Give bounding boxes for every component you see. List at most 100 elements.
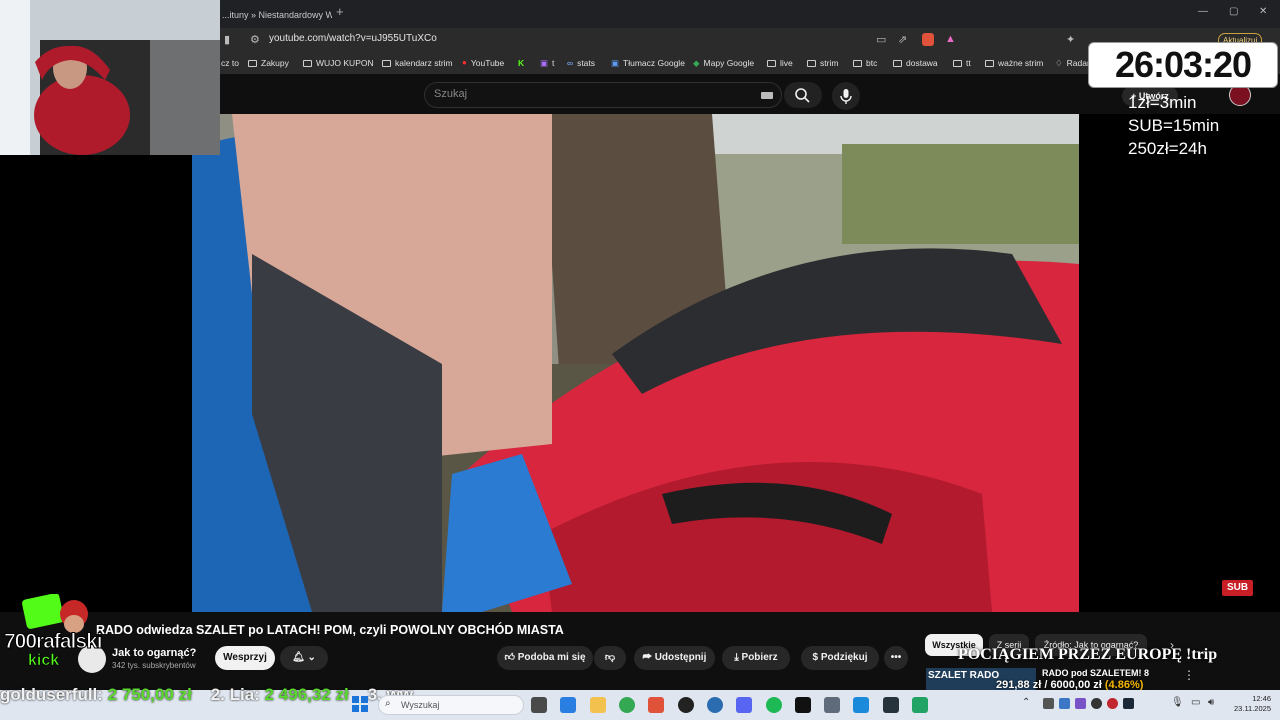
taskbar-search[interactable]: ⌕ Wyszukaj <box>378 695 524 715</box>
bookmark-folder-tt[interactable]: tt <box>953 55 971 71</box>
microphone-icon <box>840 89 852 104</box>
download-button[interactable]: ⤓ Pobierz <box>722 646 790 670</box>
notepad-icon[interactable] <box>912 697 928 713</box>
extensions-icon[interactable]: ✦ <box>1066 33 1075 46</box>
rate-line: SUB=15min <box>1128 116 1220 135</box>
radar-icon: ♢ <box>1055 58 1063 68</box>
share-icon: ⮫ <box>642 652 655 663</box>
file-explorer-icon[interactable] <box>590 697 606 713</box>
chrome-icon[interactable] <box>619 697 635 713</box>
support-button[interactable]: Wesprzyj <box>215 646 275 670</box>
clock[interactable]: 12:46 23.11.2025 <box>1229 694 1271 714</box>
voice-search-button[interactable] <box>832 82 860 110</box>
maximize-icon[interactable]: ▢ <box>1229 6 1238 17</box>
app-icon-dark[interactable] <box>883 697 899 713</box>
new-tab-button[interactable]: + <box>336 4 344 19</box>
calculator-icon[interactable] <box>824 697 840 713</box>
discord-icon[interactable] <box>736 697 752 713</box>
bookmark-folder-btc[interactable]: btc <box>853 55 877 71</box>
search-button[interactable] <box>784 82 822 108</box>
bookmark-stats[interactable]: ∞ stats <box>567 55 595 71</box>
tray-chevron-icon[interactable]: ⌃ <box>1022 697 1030 708</box>
clock-time: 12:46 <box>1252 694 1271 703</box>
close-icon[interactable]: ✕ <box>1259 6 1267 17</box>
right-black-area <box>1079 114 1280 612</box>
next-video-title[interactable]: RADO pod SZALETEM! 8 <box>1042 668 1149 678</box>
dislike-button[interactable]: 👎︎ <box>594 646 626 670</box>
bookmark-folder-wazne-strim[interactable]: ważne strim <box>985 55 1043 71</box>
streamer-logo: 700rafalski kick <box>4 593 104 674</box>
taskbar-search-placeholder: Wyszukaj <box>401 700 440 710</box>
folder-icon <box>807 59 816 67</box>
youtube-icon: ● <box>462 58 467 67</box>
translate-icon: ▣ <box>611 58 620 68</box>
trip-banner: POCIĄGIEM PRZEZ EUROPĘ !trip <box>958 646 1218 663</box>
left-black-area <box>0 155 192 612</box>
url-field[interactable]: youtube.com/watch?v=uJ955UTuXCo <box>269 33 437 44</box>
network-icon[interactable]: ▭ <box>1191 697 1200 708</box>
search-placeholder: Szukaj <box>434 88 468 100</box>
webcam-overlay <box>0 0 220 155</box>
tray-icon <box>1075 698 1086 709</box>
sub-badge: SUB <box>1222 580 1254 596</box>
steam-icon <box>1123 698 1134 709</box>
capcut-icon[interactable] <box>795 697 811 713</box>
more-actions-button[interactable]: ••• <box>884 646 908 670</box>
like-button[interactable]: 👍︎ Podoba mi się <box>497 646 593 670</box>
bookmark-icon[interactable]: ▮ <box>224 33 230 46</box>
subathon-timer: 26:03:20 <box>1088 42 1278 88</box>
bookmark-maps[interactable]: ◆ Mapy Google <box>693 55 754 71</box>
bookmark-item[interactable]: cz to <box>221 55 239 71</box>
rate-line: 250zł=24h <box>1128 139 1207 158</box>
folder-icon <box>303 59 312 67</box>
bookmark-translate[interactable]: ▣ Tłumacz Google <box>611 55 685 71</box>
bookmark-folder-zakupy[interactable]: Zakupy <box>248 55 289 71</box>
bookmark-folder-strim[interactable]: strim <box>807 55 838 71</box>
browser-tab[interactable]: ...ituny » Niestandardowy Wyb <box>222 4 332 28</box>
app-icon-x[interactable] <box>853 697 869 713</box>
spotify-icon[interactable] <box>766 697 782 713</box>
clock-date: 23.11.2025 <box>1234 704 1271 713</box>
folder-icon <box>985 59 994 67</box>
bookmark-youtube[interactable]: ● YouTube <box>462 55 504 71</box>
rewards-icon[interactable]: ▲ <box>945 33 956 45</box>
app-icon[interactable] <box>707 697 723 713</box>
brave-shield-icon[interactable] <box>922 33 934 46</box>
keyboard-icon[interactable] <box>761 92 773 99</box>
video-frame <box>192 114 1079 612</box>
cast-icon[interactable]: ▭ <box>876 33 886 46</box>
folder-icon <box>893 59 902 67</box>
site-info-icon[interactable]: ⚙ <box>250 33 260 46</box>
minimize-icon[interactable]: — <box>1198 6 1208 17</box>
microphone-icon[interactable]: 🎙︎ <box>1171 697 1184 708</box>
share-icon[interactable]: ⇗ <box>898 33 907 46</box>
obs-icon[interactable] <box>678 697 694 713</box>
task-view-icon[interactable] <box>531 697 547 713</box>
thanks-button[interactable]: $ Podziękuj <box>801 646 879 670</box>
folder-icon <box>853 59 862 67</box>
notifications-button[interactable]: 🔔︎ ⌄ <box>280 646 328 670</box>
share-button[interactable]: ⮫ Udostępnij <box>634 646 715 670</box>
folder-icon <box>767 59 776 67</box>
search-input[interactable] <box>424 82 782 108</box>
system-tray[interactable] <box>1043 698 1163 710</box>
streamer-name: 700rafalski <box>4 630 104 654</box>
bookmark-folder-wujo-kupon[interactable]: WUJO KUPON <box>303 55 374 71</box>
bookmark-folder-dostawa[interactable]: dostawa <box>893 55 938 71</box>
bookmark-twitch[interactable]: ▣ t <box>540 55 554 71</box>
twitch-icon: ▣ <box>540 58 549 68</box>
channel-name[interactable]: Jak to ogarnąć? <box>112 647 196 659</box>
folder-icon <box>953 59 962 67</box>
next-video-menu-icon[interactable]: ⋮ <box>1183 668 1195 682</box>
volume-icon[interactable]: 🔊︎ <box>1208 697 1214 708</box>
start-button[interactable] <box>352 696 368 712</box>
bookmark-folder-live[interactable]: live <box>767 55 793 71</box>
thumbnail-label: SZALET RADO <box>928 670 1000 681</box>
video-player[interactable] <box>192 114 1079 612</box>
bookmark-folder-kalendarz[interactable]: kalendarz strim <box>382 55 453 71</box>
video-title: RADO odwiedza SZALET po LATACH! POM, czy… <box>96 623 564 637</box>
brave-icon[interactable] <box>648 697 664 713</box>
subscriber-count: 342 tys. subskrybentów <box>112 661 196 670</box>
widgets-icon[interactable] <box>560 697 576 713</box>
bookmark-kick[interactable]: K <box>518 55 524 71</box>
